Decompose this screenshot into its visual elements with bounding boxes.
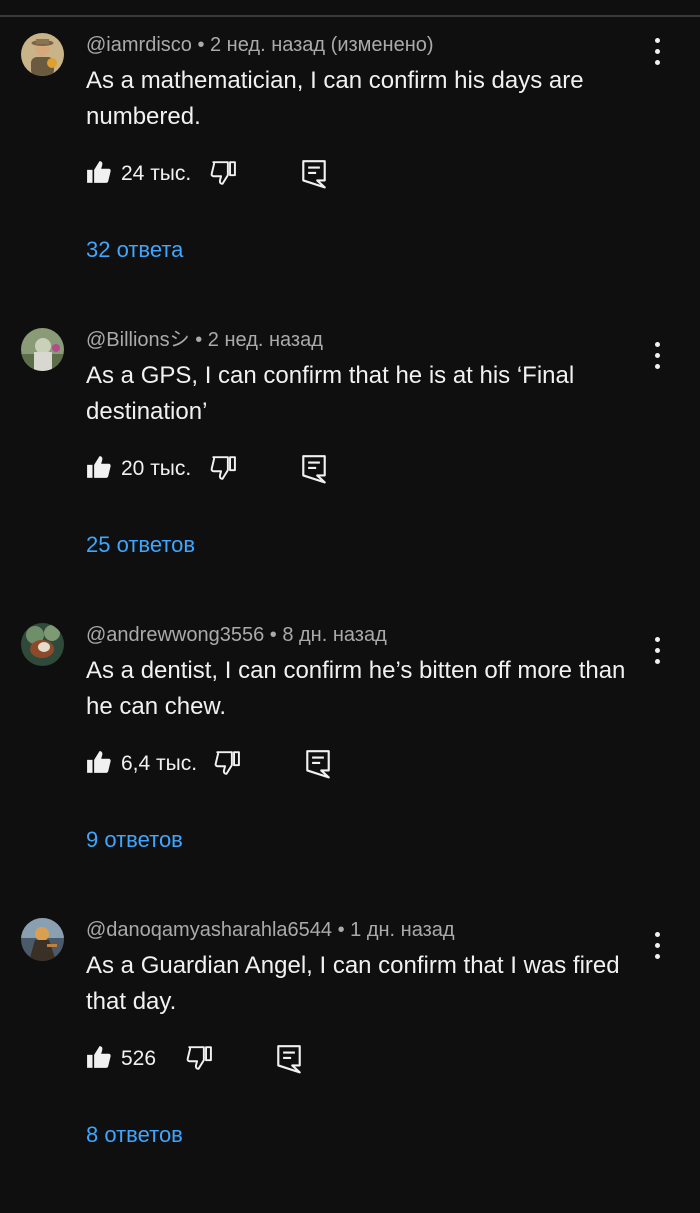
reply-button[interactable]	[276, 1044, 304, 1074]
reply-button[interactable]	[301, 159, 329, 189]
dislike-button[interactable]	[210, 455, 238, 483]
dot	[655, 932, 660, 937]
comment-reply-icon	[302, 160, 326, 189]
thumb-down-icon	[214, 751, 240, 775]
like-count: 20 тыс.	[121, 457, 192, 480]
thumb-down-icon	[210, 456, 236, 480]
more-actions-button[interactable]	[648, 37, 668, 67]
more-actions-button[interactable]	[648, 332, 668, 369]
comment-thread: @andrewwong3556 • 8 дн. назад As a denti…	[0, 623, 700, 918]
dislike-button[interactable]	[186, 1045, 214, 1073]
avatar[interactable]	[21, 328, 64, 371]
like-button[interactable]	[86, 749, 114, 777]
like-button[interactable]	[86, 159, 114, 187]
like-button[interactable]	[86, 1044, 114, 1072]
dot	[655, 49, 660, 54]
dot	[655, 943, 660, 948]
thumb-up-icon	[87, 751, 111, 773]
thumb-down-icon	[186, 1046, 212, 1070]
like-count: 24 тыс.	[121, 162, 192, 185]
comment-author[interactable]: @danoqamyasharahla6544	[86, 919, 332, 941]
avatar[interactable]	[21, 623, 64, 666]
avatar-image	[21, 328, 64, 371]
dot	[655, 364, 660, 369]
avatar-image	[21, 623, 64, 666]
dislike-button[interactable]	[214, 750, 242, 778]
like-button[interactable]	[86, 454, 114, 482]
comment-text: As a mathematician, I can confirm his da…	[86, 67, 584, 130]
view-replies-link[interactable]: 32 ответа	[86, 237, 183, 263]
dot	[655, 353, 660, 358]
comment-text: As a dentist, I can confirm he’s bitten …	[86, 657, 626, 720]
comment-meta: @iamrdisco • 2 нед. назад (изменено)	[86, 33, 434, 57]
view-replies-link[interactable]: 25 ответов	[86, 532, 195, 558]
comment-text: As a GPS, I can confirm that he is at hi…	[86, 362, 575, 425]
more-actions-button[interactable]	[648, 627, 668, 664]
avatar[interactable]	[21, 918, 64, 961]
comment-thread: @iamrdisco • 2 нед. назад (изменено) As …	[0, 33, 700, 328]
comment-thread: @danoqamyasharahla6544 • 1 дн. назад As …	[0, 918, 700, 1213]
comment-author[interactable]: @iamrdisco	[86, 34, 192, 56]
thumb-down-icon	[210, 161, 236, 185]
comment-time: • 2 нед. назад (изменено)	[191, 34, 434, 56]
comment-time: • 2 нед. назад	[189, 329, 323, 351]
comment-text: As a Guardian Angel, I can confirm that …	[86, 952, 620, 1015]
comment-reply-icon	[277, 1045, 301, 1074]
dot	[655, 659, 660, 664]
avatar-image	[21, 33, 64, 76]
avatar[interactable]	[21, 33, 64, 76]
top-divider	[0, 15, 700, 17]
dot	[655, 60, 660, 65]
reply-button[interactable]	[301, 454, 329, 484]
comment-author[interactable]: @andrewwong3556	[86, 624, 264, 646]
comment-time: • 1 дн. назад	[332, 919, 455, 941]
comment-actions: 24 тыс.	[86, 159, 486, 189]
comment-author[interactable]: @Billionsシ	[86, 329, 190, 351]
comment-actions: 20 тыс.	[86, 454, 486, 484]
thumb-up-icon	[87, 1046, 111, 1068]
like-count: 526	[121, 1047, 157, 1070]
thumb-up-icon	[87, 161, 111, 183]
dislike-button[interactable]	[210, 160, 238, 188]
comment-reply-icon	[306, 750, 330, 779]
dot	[655, 38, 660, 43]
comment-meta: @andrewwong3556 • 8 дн. назад	[86, 623, 387, 647]
thumb-up-icon	[87, 456, 111, 478]
comment-meta: @Billionsシ • 2 нед. назад	[86, 328, 323, 352]
comment-actions: 526	[86, 1044, 486, 1074]
comment-thread: @Billionsシ • 2 нед. назад As a GPS, I ca…	[0, 328, 700, 623]
dot	[655, 648, 660, 653]
view-replies-link[interactable]: 9 ответов	[86, 827, 183, 853]
comment-meta: @danoqamyasharahla6544 • 1 дн. назад	[86, 918, 455, 942]
more-actions-button[interactable]	[648, 922, 668, 959]
reply-button[interactable]	[305, 749, 333, 779]
like-count: 6,4 тыс.	[121, 752, 198, 775]
comment-actions: 6,4 тыс.	[86, 749, 486, 779]
dot	[655, 342, 660, 347]
comment-reply-icon	[302, 455, 326, 484]
dot	[655, 954, 660, 959]
avatar-image	[21, 918, 64, 961]
dot	[655, 637, 660, 642]
comment-time: • 8 дн. назад	[264, 624, 387, 646]
view-replies-link[interactable]: 8 ответов	[86, 1122, 183, 1148]
